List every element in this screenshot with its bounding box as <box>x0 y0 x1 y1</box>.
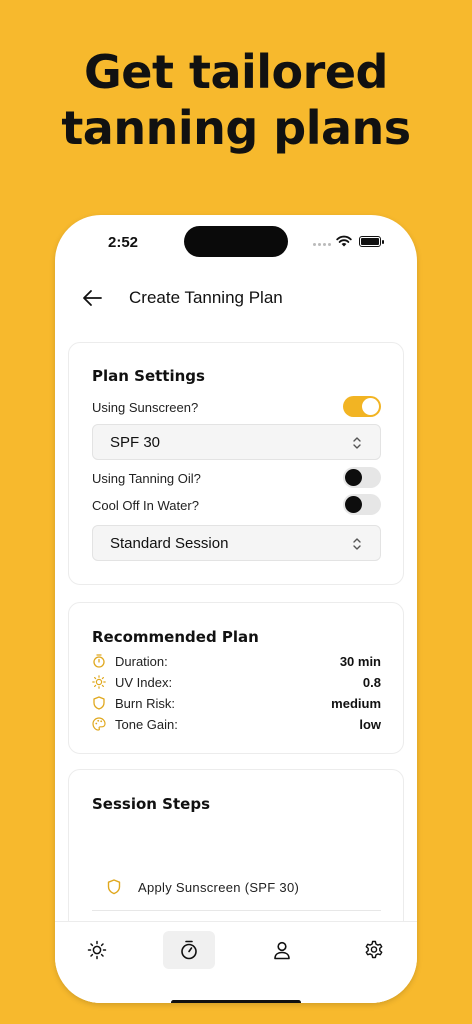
tab-profile[interactable] <box>256 931 308 969</box>
plan-row-value: medium <box>331 696 381 711</box>
plan-settings-title: Plan Settings <box>92 367 205 385</box>
session-select[interactable]: Standard Session <box>92 525 381 561</box>
cool-off-label: Cool Off In Water? <box>92 498 199 513</box>
session-select-value: Standard Session <box>110 535 229 552</box>
chevron-up-down-icon <box>353 538 361 550</box>
gear-icon <box>365 940 383 959</box>
back-arrow-icon[interactable] <box>81 288 103 308</box>
plan-row-label: Tone Gain: <box>115 717 178 732</box>
recommended-plan-card: Recommended Plan Duration: 30 min UV Ind… <box>68 602 404 754</box>
plan-row-tone-gain: Tone Gain: low <box>92 716 381 734</box>
palette-icon <box>92 717 106 731</box>
tab-bar <box>55 921 417 1003</box>
plan-row-value: 0.8 <box>362 675 381 690</box>
headline: Get tailored tanning plans <box>0 44 472 156</box>
plan-row-label: Duration: <box>115 654 168 669</box>
wifi-icon <box>336 235 352 247</box>
battery-icon <box>359 236 384 247</box>
spf-select[interactable]: SPF 30 <box>92 424 381 460</box>
top-bar: Create Tanning Plan <box>55 283 417 313</box>
tab-settings[interactable] <box>348 931 400 969</box>
spf-select-value: SPF 30 <box>110 434 161 451</box>
session-step-text: Apply Sunscreen (SPF 30) <box>138 880 300 895</box>
status-bar: 2:52 <box>55 215 417 267</box>
tab-timer[interactable] <box>163 931 215 969</box>
sunscreen-label: Using Sunscreen? <box>92 400 199 415</box>
tanning-oil-label: Using Tanning Oil? <box>92 471 201 486</box>
sun-icon <box>87 940 107 960</box>
session-steps-title: Session Steps <box>92 795 210 813</box>
status-time: 2:52 <box>108 234 139 251</box>
phone-frame: 2:52 Create Tanning Plan Plan Settings U… <box>55 215 417 1003</box>
sunscreen-toggle[interactable] <box>343 396 381 417</box>
timer-icon <box>181 940 197 960</box>
recommended-plan-title: Recommended Plan <box>92 628 259 646</box>
person-icon <box>274 941 290 960</box>
plan-row-value: low <box>359 717 381 732</box>
headline-line-1: Get tailored <box>84 45 388 99</box>
plan-settings-card: Plan Settings Using Sunscreen? SPF 30 Us… <box>68 342 404 585</box>
timer-icon <box>93 654 105 668</box>
plan-row-uv-index: UV Index: 0.8 <box>92 674 381 692</box>
sun-icon <box>92 675 106 689</box>
plan-row-duration: Duration: 30 min <box>92 653 381 671</box>
plan-row-burn-risk: Burn Risk: medium <box>92 695 381 713</box>
page-title: Create Tanning Plan <box>129 288 283 307</box>
chevron-up-down-icon <box>353 437 361 449</box>
plan-row-value: 30 min <box>339 654 381 669</box>
tab-sun[interactable] <box>71 931 123 969</box>
home-indicator <box>171 1000 301 1003</box>
tanning-oil-toggle[interactable] <box>343 467 381 488</box>
shield-icon <box>107 879 121 895</box>
dynamic-island <box>184 226 288 257</box>
session-step: Apply Sunscreen (SPF 30) <box>92 867 381 911</box>
plan-row-label: UV Index: <box>115 675 173 690</box>
headline-line-2: tanning plans <box>61 101 411 155</box>
signal-icon <box>313 243 331 246</box>
shield-icon <box>93 696 105 710</box>
cool-off-toggle[interactable] <box>343 494 381 515</box>
plan-row-label: Burn Risk: <box>115 696 175 711</box>
